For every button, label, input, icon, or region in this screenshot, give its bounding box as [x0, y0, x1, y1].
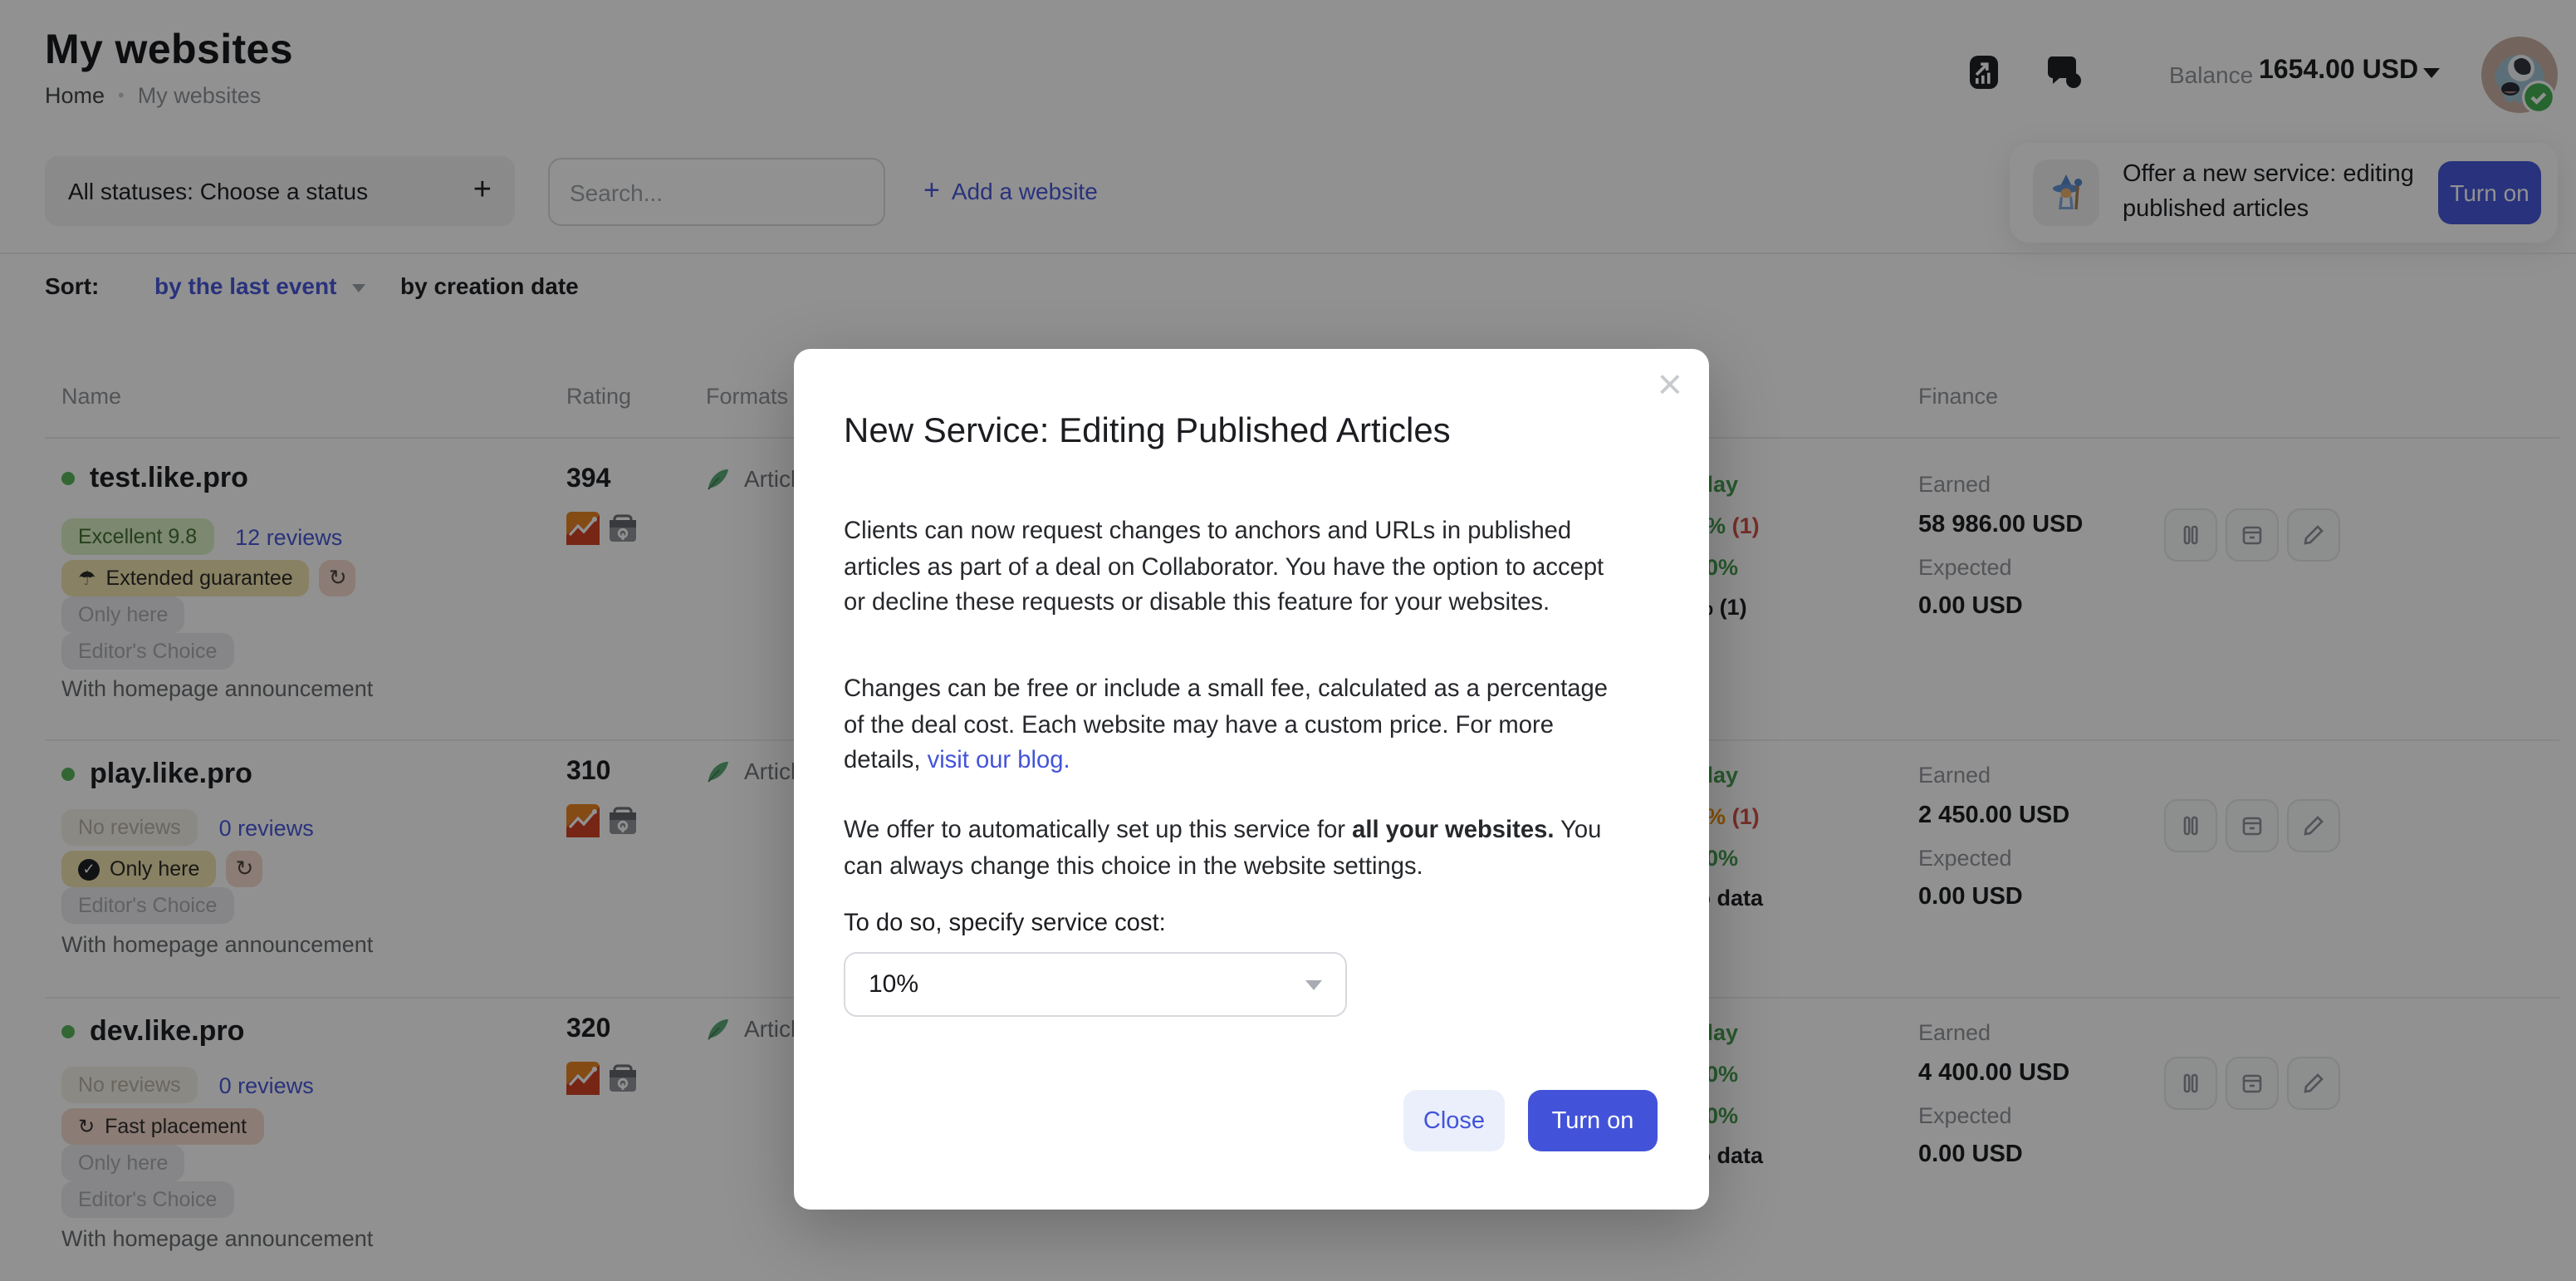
close-icon[interactable]: × [1658, 362, 1682, 405]
service-cost-label: To do so, specify service cost: [844, 910, 1166, 937]
chevron-down-icon [1305, 979, 1322, 989]
page: My websites Home • My websites Balance 1… [0, 0, 2576, 1281]
modal-title: New Service: Editing Published Articles [844, 412, 1451, 452]
blog-link[interactable]: visit our blog. [928, 748, 1070, 774]
modal-paragraph: We offer to automatically set up this se… [844, 814, 1601, 886]
service-cost-select[interactable]: 10% [844, 952, 1347, 1017]
modal-turn-on-button[interactable]: Turn on [1528, 1090, 1658, 1151]
new-service-modal: × New Service: Editing Published Article… [794, 349, 1709, 1210]
modal-close-button[interactable]: Close [1403, 1090, 1505, 1151]
modal-paragraph: Clients can now request changes to ancho… [844, 515, 1604, 622]
modal-paragraph: Changes can be free or include a small f… [844, 673, 1608, 780]
service-cost-value: 10% [869, 970, 918, 999]
